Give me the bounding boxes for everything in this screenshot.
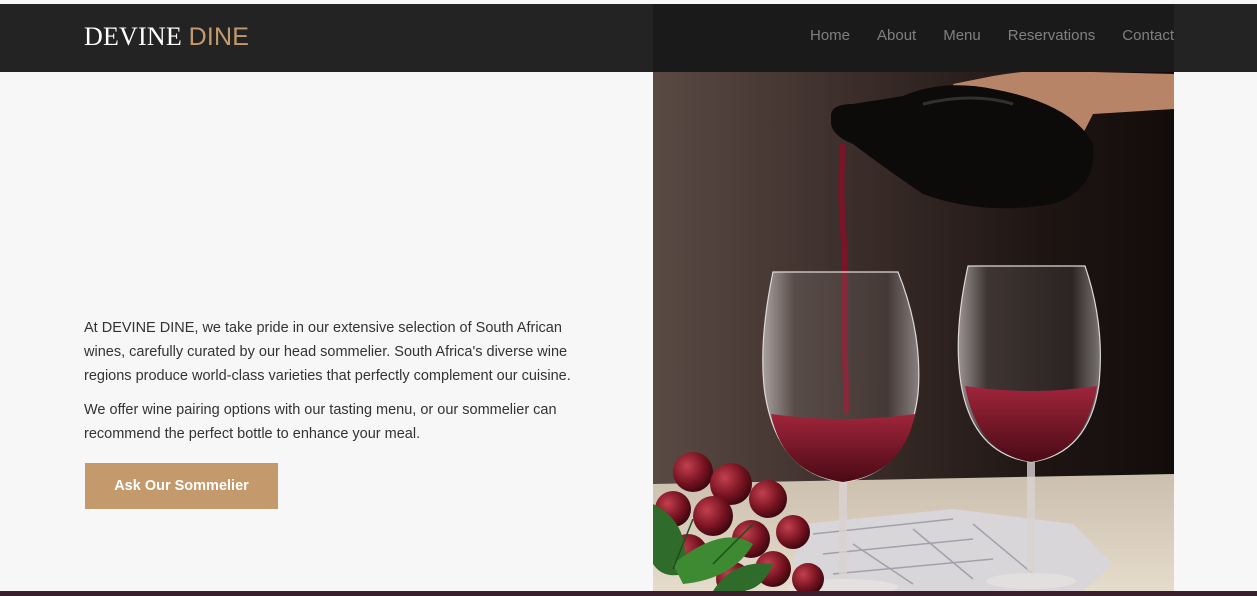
ask-sommelier-button[interactable]: Ask Our Sommelier [85, 463, 278, 509]
main-nav: Home About Menu Reservations Contact [810, 26, 1174, 46]
logo-accent-text: DINE [188, 23, 250, 51]
nav-home[interactable]: Home [810, 26, 850, 46]
site-logo[interactable]: DEVINE DINE [84, 22, 249, 52]
page: DEVINE DINE Home About Menu Reservations… [0, 0, 1257, 596]
navbar: DEVINE DINE Home About Menu Reservations… [0, 4, 1257, 72]
nav-menu[interactable]: Menu [943, 26, 981, 46]
nav-contact[interactable]: Contact [1122, 26, 1174, 46]
nav-reservations[interactable]: Reservations [1008, 26, 1096, 46]
wine-intro-text: At DEVINE DINE, we take pride in our ext… [84, 316, 604, 456]
logo-primary-text: DEVINE [84, 22, 182, 51]
intro-paragraph: At DEVINE DINE, we take pride in our ext… [84, 320, 571, 384]
wine-pouring-image [653, 4, 1174, 591]
nav-about[interactable]: About [877, 26, 916, 46]
pairing-paragraph: We offer wine pairing options with our t… [84, 402, 557, 442]
footer-strip [0, 591, 1257, 596]
